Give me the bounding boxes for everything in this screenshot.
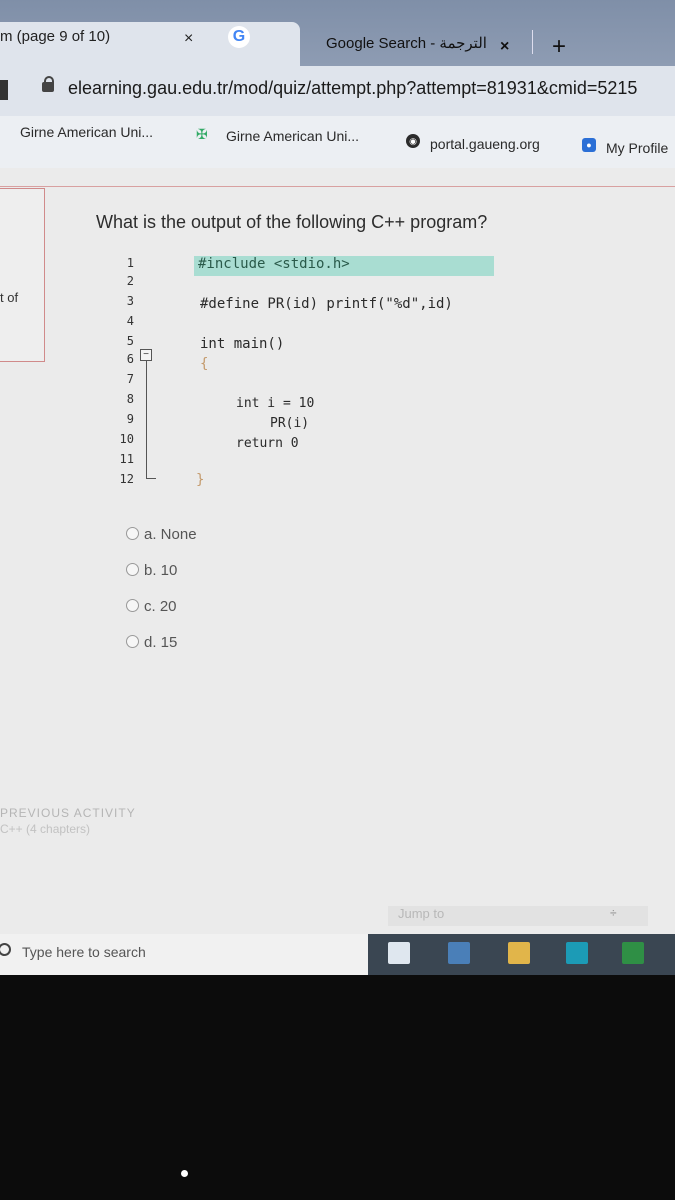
code-line-include: #include <stdio.h>	[198, 256, 350, 272]
crest-icon: ✠	[196, 126, 208, 142]
monitor-screen: m (page 9 of 10) × G Google Search - الت…	[0, 0, 675, 975]
quiz-nav-block	[0, 188, 45, 362]
line-number: 6	[126, 352, 134, 366]
select-arrow-icon: ÷	[610, 906, 617, 920]
bookmark-portal[interactable]: portal.gaueng.org	[430, 136, 540, 152]
page-content	[0, 168, 675, 975]
bookmark-girne-2[interactable]: Girne American Uni...	[226, 128, 359, 144]
tab-second-title[interactable]: Google Search - الترجمة	[326, 34, 487, 52]
fold-guide-end	[146, 478, 156, 479]
line-number: 2	[126, 274, 134, 288]
store-icon[interactable]	[566, 942, 588, 964]
code-line-define: #define PR(id) printf("%d",id)	[200, 296, 453, 312]
globe-icon: ◉	[406, 134, 420, 148]
lock-icon[interactable]	[42, 76, 54, 92]
option-a[interactable]: a. None	[126, 526, 197, 543]
line-number: 3	[126, 294, 134, 308]
line-number: 1	[126, 256, 134, 270]
code-line-decl: int i = 10	[236, 396, 315, 411]
radio-icon[interactable]	[126, 635, 139, 648]
bookmark-girne-1[interactable]: Girne American Uni...	[20, 124, 153, 140]
google-icon: G	[228, 26, 250, 48]
radio-icon[interactable]	[126, 599, 139, 612]
tab-active-title[interactable]: m (page 9 of 10)	[0, 28, 110, 45]
tab-separator	[532, 30, 533, 54]
fold-guide	[146, 361, 147, 479]
previous-activity-label[interactable]: PREVIOUS ACTIVITY	[0, 806, 136, 820]
line-number: 11	[119, 452, 134, 466]
new-tab-button[interactable]: +	[552, 35, 566, 59]
profile-icon: ●	[582, 138, 596, 152]
line-number: 5	[126, 334, 134, 348]
radio-icon[interactable]	[126, 527, 139, 540]
code-line-pr: PR(i)	[270, 416, 310, 431]
url-field[interactable]: elearning.gau.edu.tr/mod/quiz/attempt.ph…	[68, 78, 637, 99]
code-line-return: return 0	[236, 436, 299, 451]
tab-second-close-icon[interactable]: ×	[500, 38, 509, 56]
option-c[interactable]: c. 20	[126, 598, 177, 615]
line-number: 8	[126, 392, 134, 406]
fold-toggle-icon[interactable]: −	[140, 349, 152, 361]
option-a-label: a. None	[144, 526, 197, 543]
option-d-label: d. 15	[144, 634, 178, 651]
option-b[interactable]: b. 10	[126, 562, 177, 579]
code-open-brace: {	[200, 356, 209, 372]
taskbar-app-icon[interactable]	[448, 942, 470, 964]
code-close-brace: }	[196, 472, 205, 488]
previous-activity-link[interactable]: C++ (4 chapters)	[0, 822, 90, 836]
line-number: 7	[126, 372, 134, 386]
line-number: 12	[119, 472, 134, 486]
taskbar-search-placeholder: Type here to search	[22, 944, 146, 960]
quiz-nav-text: t of	[0, 290, 19, 305]
tab-close-icon[interactable]: ×	[184, 30, 193, 48]
bookmark-my-profile[interactable]: My Profile	[606, 140, 668, 156]
line-number: 10	[119, 432, 134, 446]
option-b-label: b. 10	[144, 562, 178, 579]
option-c-label: c. 20	[144, 598, 177, 615]
content-divider	[0, 186, 675, 187]
task-view-icon[interactable]	[388, 942, 410, 964]
camera-dot	[181, 1170, 188, 1177]
question-text: What is the output of the following C++ …	[96, 212, 488, 232]
jump-to-label: Jump to	[398, 906, 445, 921]
excel-icon[interactable]	[622, 942, 644, 964]
radio-icon[interactable]	[126, 563, 139, 576]
menu-edge	[0, 80, 8, 100]
line-number: 9	[126, 412, 134, 426]
code-line-main: int main()	[200, 336, 285, 352]
option-d[interactable]: d. 15	[126, 634, 177, 651]
line-number: 4	[126, 314, 134, 328]
file-explorer-icon[interactable]	[508, 942, 530, 964]
